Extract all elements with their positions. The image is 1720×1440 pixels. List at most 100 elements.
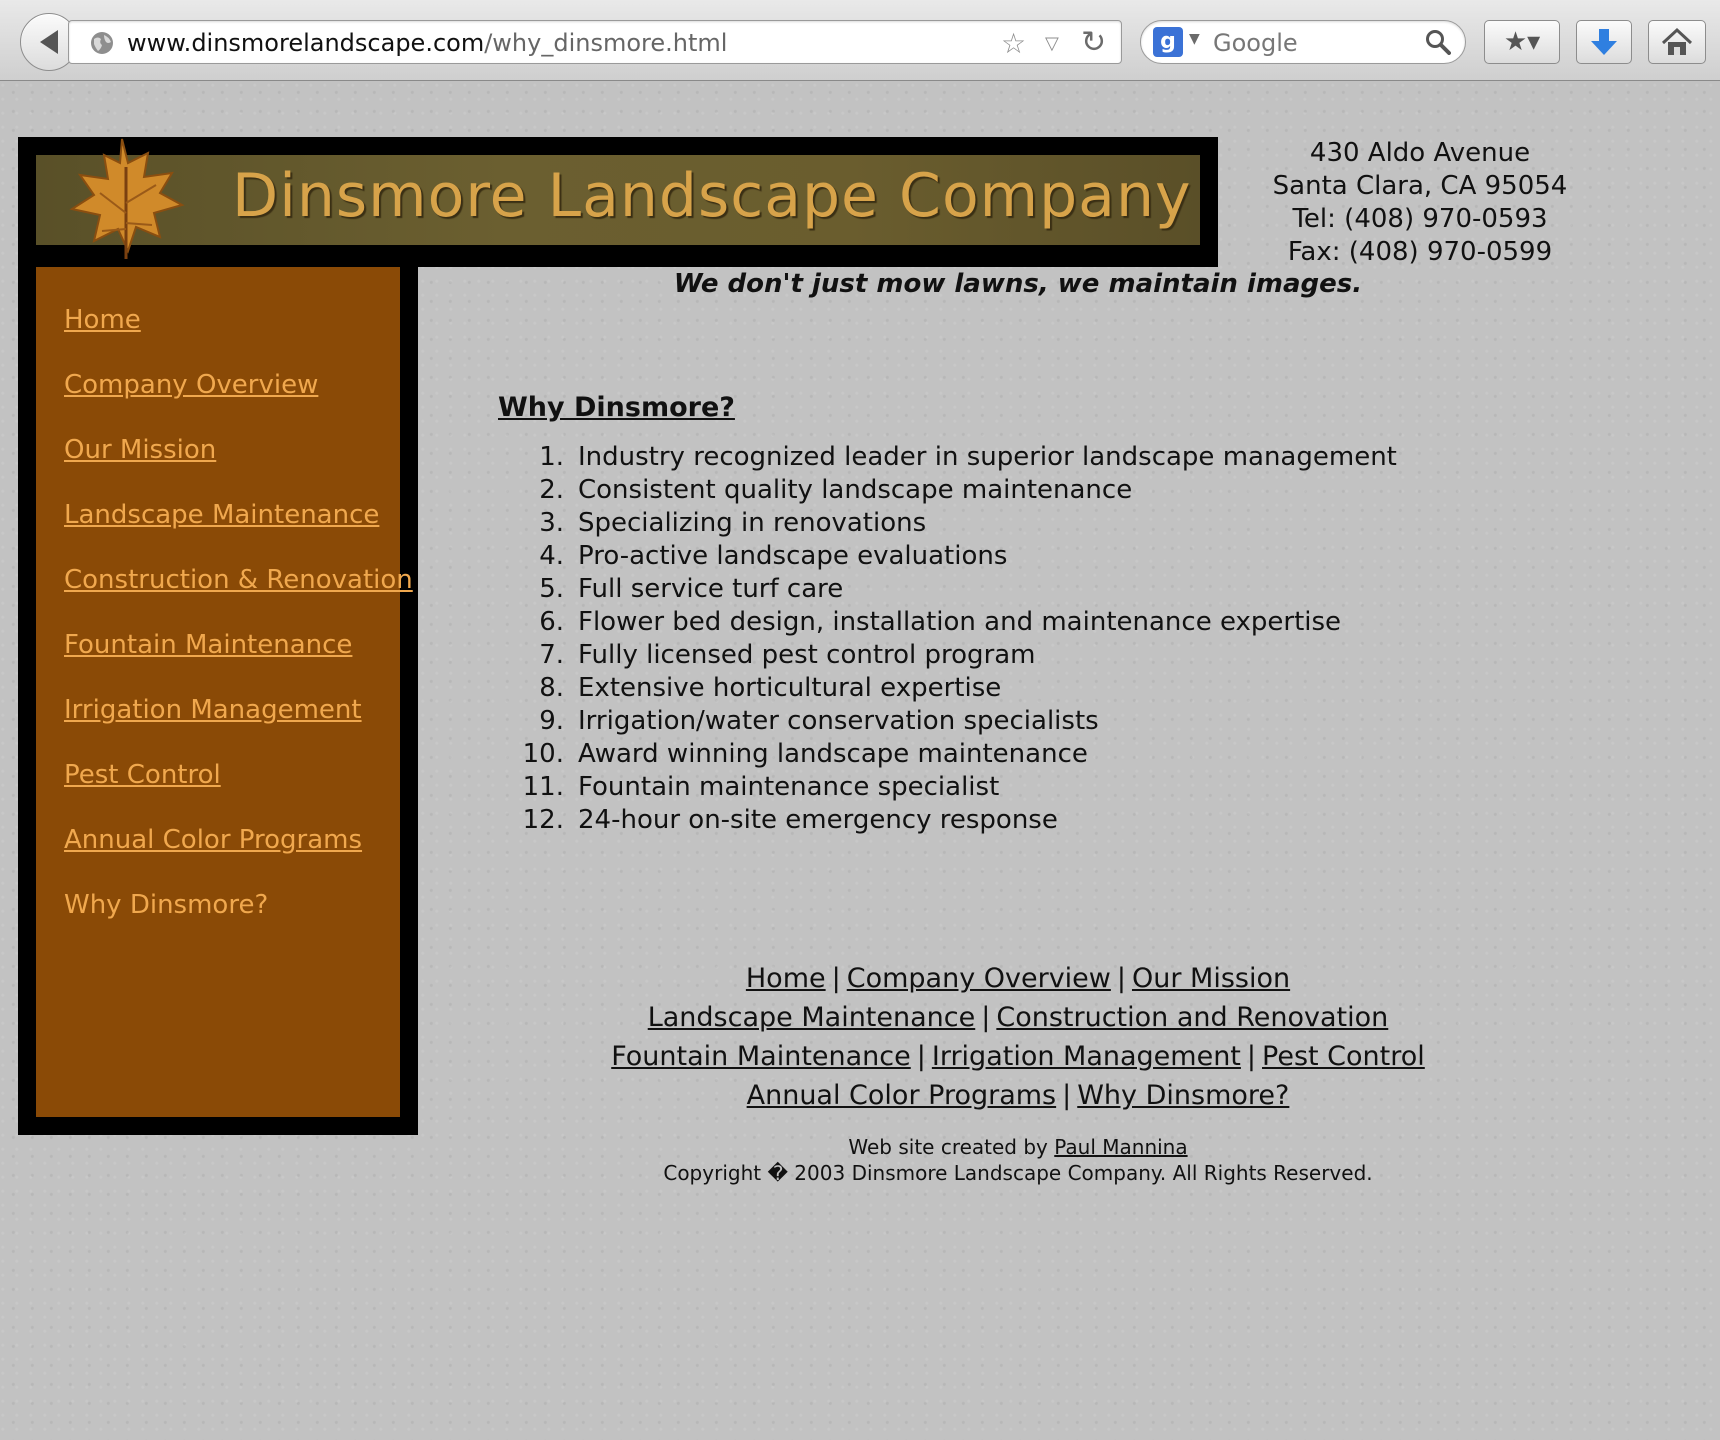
page-title: Why Dinsmore? (498, 392, 735, 423)
footer-link-pest-control[interactable]: Pest Control (1262, 1041, 1425, 1072)
reason-text: Full service turf care (578, 574, 844, 604)
url-path: /why_dinsmore.html (484, 29, 728, 57)
url-text[interactable]: www.dinsmorelandscape.com/why_dinsmore.h… (127, 29, 727, 57)
history-dropdown-icon[interactable]: ▽ (1045, 33, 1059, 54)
footer-link-fountain-maintenance[interactable]: Fountain Maintenance (611, 1041, 911, 1072)
fax-number: Fax: (408) 970-0599 (1287, 237, 1553, 267)
separator: | (1062, 1080, 1072, 1111)
footer-link-construction-renovation[interactable]: Construction and Renovation (996, 1002, 1388, 1033)
address-city: Santa Clara, CA 95054 (1272, 171, 1568, 201)
globe-icon (91, 32, 113, 54)
credit-prefix: Web site created by (848, 1135, 1048, 1159)
reason-text: Pro-active landscape evaluations (578, 541, 1008, 571)
web-page: Dinsmore Landscape Company 430 Aldo Aven… (0, 81, 1720, 1440)
header-banner: Dinsmore Landscape Company (18, 137, 1218, 267)
search-bar[interactable]: g ▼ Google (1140, 20, 1466, 64)
maple-leaf-icon (69, 138, 185, 259)
downloads-button[interactable] (1576, 20, 1632, 64)
separator: | (1246, 1041, 1257, 1072)
author-link[interactable]: Paul Mannina (1054, 1135, 1187, 1159)
back-arrow-icon (40, 30, 58, 54)
reason-text: 24-hour on-site emergency response (578, 805, 1058, 835)
search-input[interactable]: Google (1213, 29, 1298, 57)
phone-number: Tel: (408) 970-0593 (1292, 204, 1548, 234)
sidebar-nav: Home Company Overview Our Mission Landsc… (64, 305, 413, 955)
footer-link-our-mission[interactable]: Our Mission (1132, 963, 1290, 994)
sidebar-item-landscape-maintenance[interactable]: Landscape Maintenance (64, 500, 379, 530)
separator: | (981, 1002, 991, 1033)
sidebar-item-our-mission[interactable]: Our Mission (64, 435, 216, 465)
list-item: 11. Fountain maintenance specialist (500, 771, 1397, 804)
item-number: 5. (539, 574, 564, 604)
credit-line: Web site created by Paul Mannina (418, 1134, 1618, 1160)
sidebar-item-fountain-maintenance[interactable]: Fountain Maintenance (64, 630, 352, 660)
item-number: 7. (539, 640, 564, 670)
reasons-list: 1. Industry recognized leader in superior… (500, 441, 1397, 837)
footer-link-irrigation-management[interactable]: Irrigation Management (932, 1041, 1241, 1072)
url-host: www.dinsmorelandscape.com (127, 29, 485, 57)
list-item: 1. Industry recognized leader in superior… (500, 441, 1397, 474)
search-icon[interactable] (1425, 29, 1451, 55)
sidebar-item-pest-control[interactable]: Pest Control (64, 760, 221, 790)
contact-info: 430 Aldo Avenue Santa Clara, CA 95054 Te… (1240, 137, 1600, 269)
item-number: 3. (539, 508, 564, 538)
list-item: 3. Specializing in renovations (500, 507, 1397, 540)
reason-text: Extensive horticultural expertise (578, 673, 1002, 703)
home-button[interactable] (1648, 20, 1706, 64)
banner-panel: Dinsmore Landscape Company (36, 138, 1200, 259)
footer-link-company-overview[interactable]: Company Overview (847, 963, 1111, 994)
google-engine-icon[interactable]: g (1153, 27, 1183, 57)
footer-link-annual-color-programs[interactable]: Annual Color Programs (747, 1080, 1057, 1111)
item-number: 10. (522, 739, 564, 769)
reload-icon[interactable]: ↻ (1081, 25, 1106, 60)
reason-text: Specializing in renovations (578, 508, 927, 538)
sidebar: Home Company Overview Our Mission Landsc… (18, 267, 418, 1135)
footer-link-why-dinsmore[interactable]: Why Dinsmore? (1077, 1080, 1289, 1111)
address-bar[interactable]: www.dinsmorelandscape.com/why_dinsmore.h… (68, 20, 1122, 64)
sidebar-item-irrigation-management[interactable]: Irrigation Management (64, 695, 362, 725)
sidebar-item-why-dinsmore: Why Dinsmore? (64, 890, 269, 920)
separator: | (831, 963, 841, 994)
reason-text: Consistent quality landscape maintenance (578, 475, 1133, 505)
credits: Web site created by Paul Mannina Copyrig… (418, 1134, 1618, 1186)
list-item: 8. Extensive horticultural expertise (500, 672, 1397, 705)
footer-link-home[interactable]: Home (746, 963, 826, 994)
list-item: 10. Award winning landscape maintenance (500, 738, 1397, 771)
sidebar-item-company-overview[interactable]: Company Overview (64, 370, 318, 400)
reason-text: Irrigation/water conservation specialist… (578, 706, 1099, 736)
separator: | (916, 1041, 926, 1072)
item-number: 1. (539, 442, 564, 472)
browser-toolbar: www.dinsmorelandscape.com/why_dinsmore.h… (0, 0, 1720, 81)
address-street: 430 Aldo Avenue (1309, 138, 1531, 168)
list-item: 12. 24-hour on-site emergency response (500, 804, 1397, 837)
list-item: 5. Full service turf care (500, 573, 1397, 606)
bookmarks-star-icon: ★▾ (1503, 27, 1541, 57)
footer-nav: Home | Company Overview | Our Mission Landsc… (418, 959, 1618, 1115)
separator: | (1116, 963, 1126, 994)
list-item: 7. Fully licensed pest control program (500, 639, 1397, 672)
reason-text: Fully licensed pest control program (578, 640, 1036, 670)
sidebar-item-home[interactable]: Home (64, 305, 141, 335)
list-item: 4. Pro-active landscape evaluations (500, 540, 1397, 573)
sidebar-item-construction-renovation[interactable]: Construction & Renovation (64, 565, 413, 595)
download-arrow-icon (1591, 29, 1617, 55)
engine-dropdown-icon[interactable]: ▼ (1189, 31, 1200, 47)
bookmarks-button[interactable]: ★▾ (1484, 20, 1560, 64)
tagline: We don't just mow lawns, we maintain ima… (673, 269, 1363, 299)
item-number: 12. (522, 805, 564, 835)
item-number: 4. (539, 541, 564, 571)
reason-text: Award winning landscape maintenance (578, 739, 1088, 769)
list-item: 2. Consistent quality landscape maintenan… (500, 474, 1397, 507)
list-item: 9. Irrigation/water conservation speciali… (500, 705, 1397, 738)
item-number: 2. (539, 475, 564, 505)
item-number: 6. (539, 607, 564, 637)
item-number: 9. (539, 706, 564, 736)
footer-link-landscape-maintenance[interactable]: Landscape Maintenance (648, 1002, 976, 1033)
sidebar-panel: Home Company Overview Our Mission Landsc… (36, 267, 413, 1117)
item-number: 11. (522, 772, 564, 802)
bookmark-star-icon[interactable]: ☆ (1001, 27, 1026, 60)
reason-text: Flower bed design, installation and main… (578, 607, 1342, 637)
sidebar-item-annual-color-programs[interactable]: Annual Color Programs (64, 825, 362, 855)
company-title: Dinsmore Landscape Company (232, 161, 1192, 231)
house-icon (1661, 27, 1693, 55)
